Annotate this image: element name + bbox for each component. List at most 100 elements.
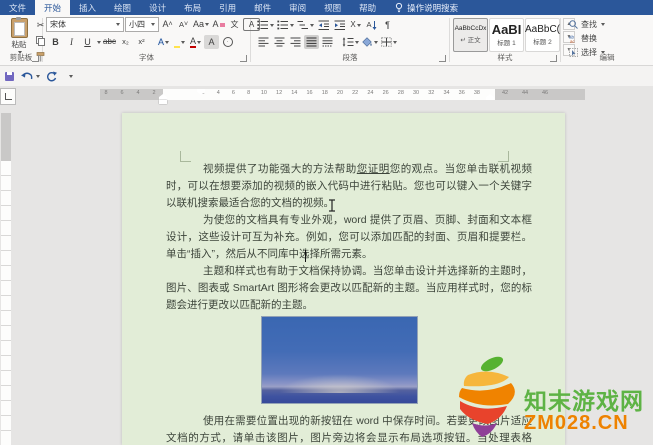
paragraph-2[interactable]: 为使您的文档具有专业外观，word 提供了页眉、页脚、封面和文本框设计，这些设计… — [166, 212, 532, 263]
tab-审阅[interactable]: 审阅 — [280, 0, 315, 15]
tab-插入[interactable]: 插入 — [70, 0, 105, 15]
chevron-down-icon — [165, 40, 169, 44]
document-photo-ocean-dusk[interactable] — [261, 316, 418, 404]
font-color-button[interactable]: A — [188, 35, 203, 49]
chevron-down-icon — [310, 23, 314, 27]
distribute-button[interactable] — [320, 35, 335, 49]
font-size-combo[interactable]: 小四 — [125, 17, 159, 32]
ruler-number: 46 — [541, 90, 549, 96]
find-button[interactable]: 查找 — [569, 18, 605, 30]
increase-indent-button[interactable] — [332, 18, 347, 32]
font-name-combo[interactable]: 宋体 — [46, 17, 124, 32]
replace-icon: abac — [569, 34, 576, 43]
enclose-characters-button[interactable]: · — [220, 35, 235, 49]
horizontal-ruler[interactable]: 8642 2468101214161820222426283032343638 … — [100, 89, 585, 104]
bullet-list-button[interactable] — [256, 18, 275, 32]
align-right-button[interactable] — [288, 35, 303, 49]
clipboard-dialog-launcher[interactable] — [32, 55, 39, 62]
subscript-label: x₂ — [122, 37, 129, 47]
tab-开始[interactable]: 开始 — [35, 0, 71, 15]
asian-layout-button[interactable]: X — [348, 18, 363, 32]
align-left-button[interactable] — [256, 35, 271, 49]
paragraph-1[interactable]: 视频提供了功能强大的方法帮助您证明您的观点。当您单击联机视频时，可以在想要添加的… — [166, 161, 532, 212]
align-center-button[interactable] — [272, 35, 287, 49]
tab-帮助[interactable]: 帮助 — [350, 0, 385, 15]
justify-icon — [306, 37, 317, 47]
undo-button[interactable] — [20, 71, 40, 81]
chevron-down-icon[interactable] — [97, 40, 101, 44]
chevron-down-icon — [205, 23, 210, 26]
align-right-icon — [290, 37, 301, 47]
change-case-button[interactable]: Aa — [192, 18, 210, 32]
justify-button[interactable] — [304, 35, 319, 49]
tell-me-search[interactable]: 操作说明搜索 — [395, 0, 458, 15]
tab-引用[interactable]: 引用 — [210, 0, 245, 15]
bold-button[interactable]: B — [48, 35, 63, 49]
italic-button[interactable]: I — [64, 35, 79, 49]
paragraph-3[interactable]: 主题和样式也有助于文档保持协调。当您单击设计并选择新的主题时，图片、图表或 Sm… — [166, 263, 532, 314]
ruler-number: 30 — [413, 90, 420, 96]
text-effects-button[interactable]: A — [156, 35, 171, 49]
decrease-indent-icon — [318, 20, 329, 30]
subscript-button[interactable]: x₂ — [118, 35, 133, 49]
redo-button[interactable] — [46, 71, 57, 82]
borders-grid-icon — [381, 37, 392, 47]
watermark-site-name: 知末游戏网 — [524, 388, 644, 414]
align-left-icon — [258, 37, 269, 47]
style-normal[interactable]: AaBbCcDx ↵ 正文 — [453, 18, 488, 52]
lightbulb-icon — [396, 2, 403, 13]
left-indent-marker[interactable] — [159, 100, 167, 104]
multilevel-list-button[interactable] — [296, 18, 315, 32]
paragraph-dialog-launcher[interactable] — [439, 55, 446, 62]
phonetic-guide-button[interactable]: 文 — [227, 18, 242, 32]
ruler-number: 24 — [367, 90, 374, 96]
save-button[interactable] — [5, 71, 14, 81]
paragraph-1-text: 视频提供了功能强大的方法帮助 — [203, 163, 357, 175]
decrease-indent-button[interactable] — [316, 18, 331, 32]
strikethrough-button[interactable]: abc — [102, 35, 117, 49]
style-heading1[interactable]: AaBI 标题 1 — [489, 18, 524, 52]
style-heading2[interactable]: AaBbC( 标题 2 — [525, 18, 560, 52]
line-spacing-icon — [342, 37, 354, 47]
line-spacing-button[interactable] — [341, 35, 360, 49]
styles-dialog-launcher[interactable] — [550, 55, 557, 62]
tab-stop-selector[interactable] — [0, 88, 16, 105]
ribbon: 粘贴 ✂ 剪贴板 宋体 小四 A ˄ A ˅ Aa A 文 A B I U ab… — [0, 15, 653, 66]
ruler-left-margin: 8 6 4 2 — [100, 89, 163, 100]
text-caret — [305, 250, 306, 262]
superscript-button[interactable]: x² — [134, 35, 149, 49]
sort-button[interactable]: A — [364, 18, 379, 32]
shading-button[interactable] — [361, 35, 379, 49]
superscript-label: x² — [138, 37, 145, 47]
replace-button[interactable]: ab ac 替换 — [569, 32, 597, 44]
vertical-ruler[interactable] — [1, 113, 11, 445]
character-shading-label: A — [208, 36, 215, 47]
increase-indent-icon — [334, 20, 345, 30]
grow-font-button[interactable]: A ˄ — [160, 18, 175, 32]
bullet-list-icon — [257, 20, 268, 30]
tab-视图[interactable]: 视图 — [315, 0, 350, 15]
caret-up-icon: ˄ — [168, 21, 173, 28]
style-preview: AaBbCcDx — [454, 25, 487, 33]
ruler-number: 32 — [428, 90, 435, 96]
tab-绘图[interactable]: 绘图 — [105, 0, 140, 15]
vertical-ruler-top-margin — [1, 113, 11, 161]
ruler-number: 38 — [473, 90, 480, 96]
text-highlight-button[interactable] — [172, 35, 187, 49]
paragraph-1-underlined-text[interactable]: 您证明 — [357, 163, 390, 175]
customize-qat-chevron-icon[interactable] — [69, 74, 73, 78]
font-dialog-launcher[interactable] — [240, 55, 247, 62]
tab-设计[interactable]: 设计 — [140, 0, 175, 15]
shrink-font-button[interactable]: A ˅ — [176, 18, 191, 32]
tab-邮件[interactable]: 邮件 — [245, 0, 280, 15]
show-hide-marks-button[interactable]: ¶ — [380, 18, 395, 32]
numbered-list-button[interactable] — [276, 18, 295, 32]
ruler-number: 4 — [136, 90, 140, 96]
character-shading-button[interactable]: A — [204, 35, 219, 49]
clear-formatting-button[interactable]: A — [211, 18, 226, 32]
borders-button[interactable] — [380, 35, 398, 49]
underline-button[interactable]: U — [80, 35, 95, 49]
tab-文件[interactable]: 文件 — [0, 0, 35, 15]
chevron-down-icon[interactable] — [36, 74, 40, 78]
tab-布局[interactable]: 布局 — [175, 0, 210, 15]
